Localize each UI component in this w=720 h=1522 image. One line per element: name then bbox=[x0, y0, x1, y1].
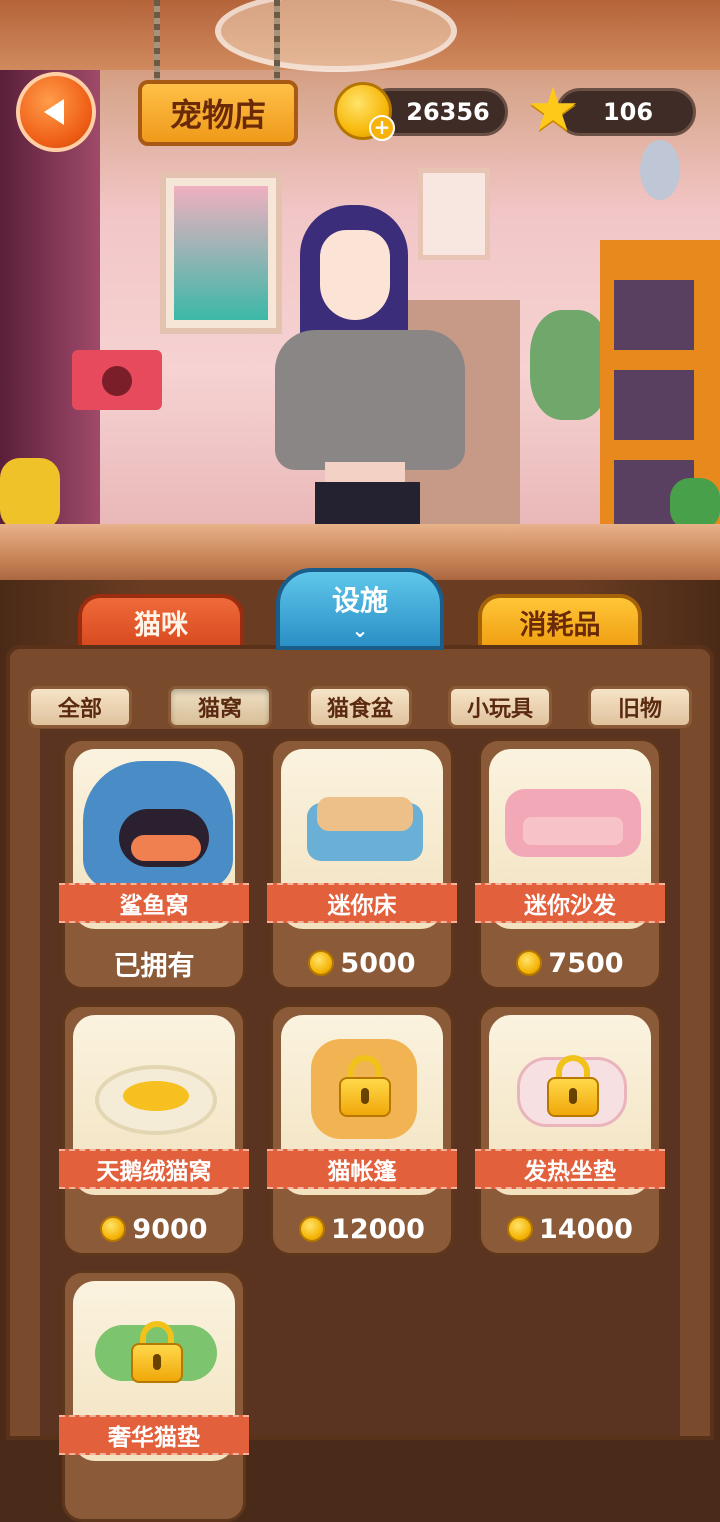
wall-picture-frame bbox=[160, 172, 282, 334]
item-card-cat-tent[interactable]: 猫帐篷 12000 bbox=[267, 1004, 457, 1256]
item-card-velvet-nest[interactable]: 天鹅绒猫窝 9000 bbox=[59, 1004, 249, 1256]
subtab-old-items[interactable]: 旧物 bbox=[588, 686, 692, 728]
item-name: 天鹅绒猫窝 bbox=[59, 1149, 249, 1189]
wall-clock bbox=[640, 140, 680, 200]
tab-cats[interactable]: 猫咪 bbox=[78, 594, 244, 650]
coin-icon bbox=[100, 1216, 127, 1242]
subtab-all[interactable]: 全部 bbox=[28, 686, 132, 728]
shop-background bbox=[0, 0, 720, 530]
item-name: 迷你沙发 bbox=[475, 883, 665, 923]
item-name: 迷你床 bbox=[267, 883, 457, 923]
coin-icon bbox=[299, 1216, 326, 1242]
item-card-mini-sofa[interactable]: 迷你沙发 7500 bbox=[475, 738, 665, 990]
sign-rope-right bbox=[274, 0, 280, 86]
mini-bed-image bbox=[307, 797, 423, 861]
item-owned-status: 已拥有 bbox=[113, 950, 195, 982]
subtab-cat-bed[interactable]: 猫窝 bbox=[168, 686, 272, 728]
yellow-cushion bbox=[0, 458, 60, 530]
tab-facilities[interactable]: 设施 ⌄ bbox=[276, 568, 444, 650]
sign-rope-left bbox=[154, 0, 160, 86]
shopkeeper-character bbox=[270, 200, 480, 530]
item-price: 7500 bbox=[481, 945, 659, 981]
velvet-nest-image bbox=[95, 1065, 217, 1135]
item-price: 5000 bbox=[273, 945, 451, 981]
item-card-luxury-pad[interactable]: 奢华猫垫 bbox=[59, 1270, 249, 1522]
star-icon: ★ bbox=[526, 75, 580, 145]
potted-plant bbox=[530, 310, 610, 420]
shark-bed-image bbox=[83, 761, 233, 889]
tab-facilities-label: 设施 bbox=[331, 584, 388, 617]
tab-consumables[interactable]: 消耗品 bbox=[478, 594, 642, 650]
add-coins-icon[interactable]: + bbox=[369, 115, 395, 141]
lock-icon bbox=[547, 1055, 599, 1117]
green-cushion bbox=[670, 478, 720, 530]
item-name: 奢华猫垫 bbox=[59, 1415, 249, 1455]
item-name: 鲨鱼窝 bbox=[59, 883, 249, 923]
cat-house bbox=[72, 350, 162, 410]
coin-icon bbox=[516, 950, 543, 976]
back-button[interactable] bbox=[16, 72, 96, 152]
item-price: 9000 bbox=[65, 1211, 243, 1247]
mini-sofa-image bbox=[505, 789, 641, 857]
lock-icon bbox=[339, 1055, 391, 1117]
coin-icon[interactable]: + bbox=[334, 82, 395, 141]
item-price: 12000 bbox=[273, 1211, 451, 1247]
item-name: 猫帐篷 bbox=[267, 1149, 457, 1189]
item-name: 发热坐垫 bbox=[475, 1149, 665, 1189]
item-card-heated-pad[interactable]: 发热坐垫 14000 bbox=[475, 1004, 665, 1256]
subtab-food-bowl[interactable]: 猫食盆 bbox=[308, 686, 412, 728]
coin-icon bbox=[308, 950, 335, 976]
item-card-mini-bed[interactable]: 迷你床 5000 bbox=[267, 738, 457, 990]
lock-icon bbox=[131, 1321, 183, 1383]
item-card-shark-bed[interactable]: 鲨鱼窝 已拥有 bbox=[59, 738, 249, 990]
chevron-down-icon: ⌄ bbox=[351, 618, 369, 642]
coin-icon bbox=[507, 1216, 534, 1242]
page-title: 宠物店 bbox=[138, 80, 298, 146]
back-arrow-icon bbox=[44, 99, 64, 125]
subtab-toys[interactable]: 小玩具 bbox=[448, 686, 552, 728]
item-price: 14000 bbox=[481, 1211, 659, 1247]
